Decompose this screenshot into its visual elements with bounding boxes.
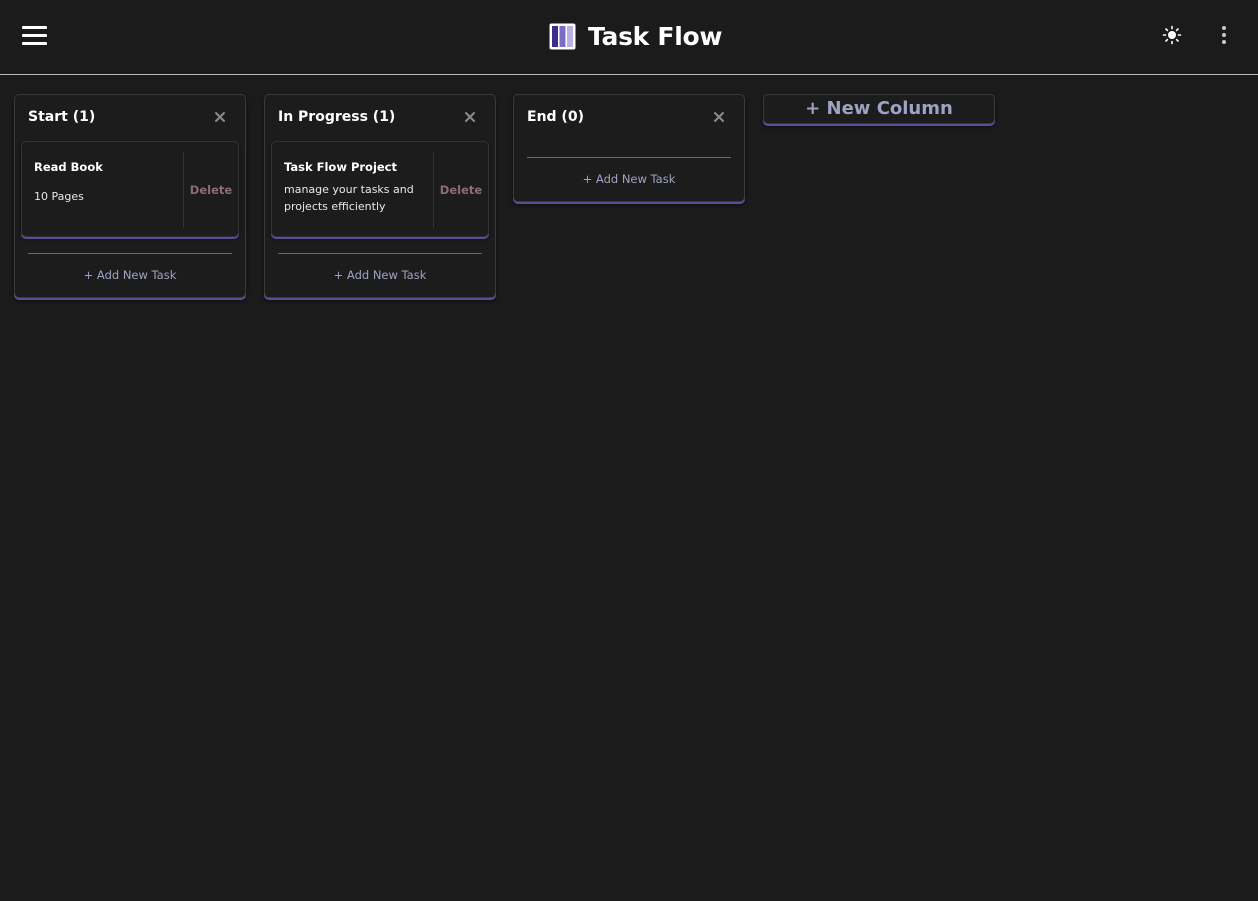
task-body[interactable]: Read Book 10 Pages [22,142,183,238]
kanban-columns-icon [549,23,576,49]
task-card[interactable]: Read Book 10 Pages Delete [21,141,239,237]
close-icon[interactable] [213,109,227,125]
column-title: Start (1) [28,109,96,125]
hamburger-menu-icon[interactable] [22,26,47,45]
column-start: Start (1) Read Book 10 Pages Delete + Ad… [14,94,246,298]
add-new-task-button[interactable]: + Add New Task [265,254,495,297]
task-title: Read Book [34,160,103,174]
add-new-task-button[interactable]: + Add New Task [15,254,245,297]
task-description: manage your tasks and projects efficient… [284,183,414,213]
column-end: End (0) + Add New Task [513,94,745,202]
column-in-progress: In Progress (1) Task Flow Project manage… [264,94,496,298]
delete-task-button[interactable]: Delete [434,142,488,238]
close-icon[interactable] [463,109,477,125]
top-bar: Task Flow [0,0,1258,75]
task-card[interactable]: Task Flow Project manage your tasks and … [271,141,489,237]
column-title: In Progress (1) [278,109,396,125]
app-brand: Task Flow [549,18,722,54]
app-title: Task Flow [588,21,723,51]
add-new-task-button[interactable]: + Add New Task [514,158,744,201]
close-icon[interactable] [712,109,726,125]
task-title: Task Flow Project [284,160,398,174]
column-header: End (0) [514,95,744,141]
task-body[interactable]: Task Flow Project manage your tasks and … [272,142,433,238]
sun-icon[interactable] [1162,25,1182,45]
column-header: Start (1) [15,95,245,141]
task-description: 10 Pages [34,190,84,203]
delete-task-button[interactable]: Delete [184,142,238,238]
column-title: End (0) [527,109,584,125]
column-header: In Progress (1) [265,95,495,141]
new-column-button[interactable]: + New Column [763,94,995,124]
more-vertical-icon[interactable] [1216,24,1232,46]
